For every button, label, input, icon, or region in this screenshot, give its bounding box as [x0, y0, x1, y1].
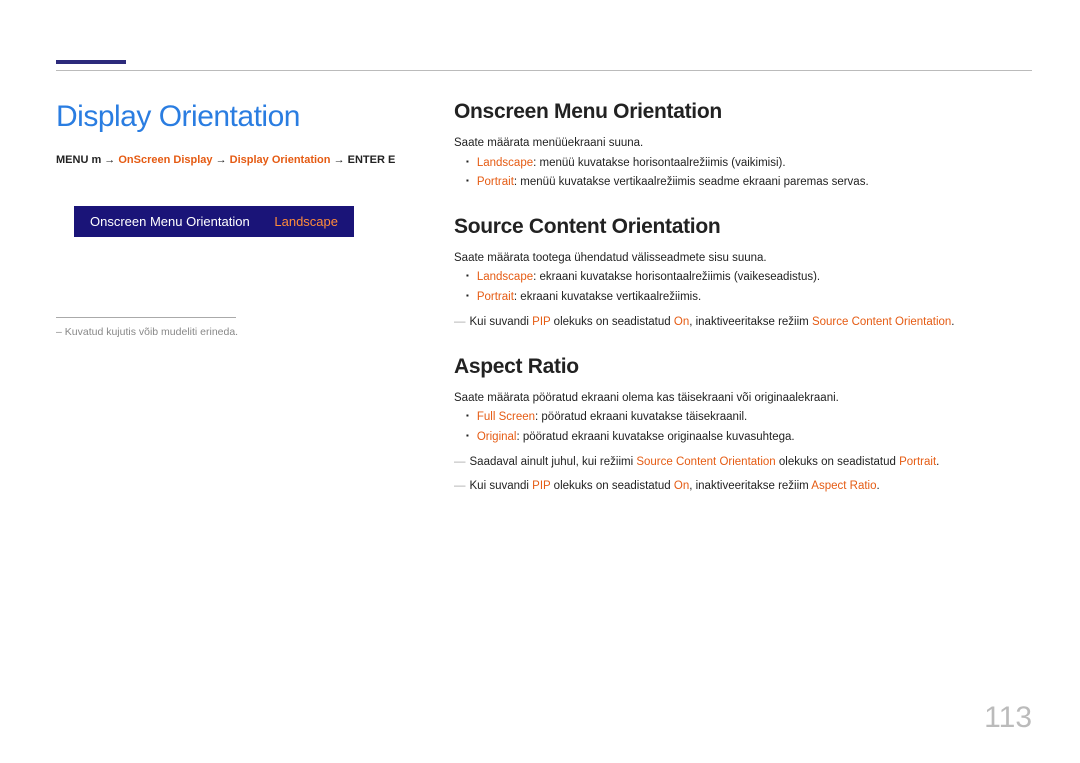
option-key: Landscape [477, 157, 533, 169]
t: PIP [532, 316, 550, 328]
t: Source Content Orientation [812, 316, 951, 328]
list-item: Portrait: menüü kuvatakse vertikaalrežii… [480, 173, 1032, 193]
list-item: Full Screen: pööratud ekraani kuvatakse … [480, 408, 1032, 428]
t: PIP [532, 480, 550, 492]
t: olekuks on seadistatud [776, 456, 899, 468]
t: Portrait [899, 456, 936, 468]
section-desc: Saate määrata tootega ühendatud välissea… [454, 249, 1032, 269]
breadcrumb-part: Display Orientation [230, 154, 331, 166]
section-onscreen-menu-orientation: Onscreen Menu Orientation Saate määrata … [454, 100, 1032, 193]
right-column: Onscreen Menu Orientation Saate määrata … [454, 100, 1032, 519]
section-source-content-orientation: Source Content Orientation Saate määrata… [454, 215, 1032, 333]
note-text: Kui suvandi PIP olekuks on seadistatud O… [454, 313, 1032, 333]
t: . [951, 316, 954, 328]
menu-box-value: Landscape [274, 214, 338, 229]
t: Aspect Ratio [811, 480, 876, 492]
option-key: Portrait [477, 291, 514, 303]
section-heading: Onscreen Menu Orientation [454, 100, 1032, 124]
option-key: Full Screen [477, 411, 535, 423]
breadcrumb: MENU m → OnScreen Display → Display Orie… [56, 154, 434, 166]
t: On [674, 480, 689, 492]
t: olekuks on seadistatud [550, 480, 673, 492]
note-text: Kui suvandi PIP olekuks on seadistatud O… [454, 477, 1032, 497]
page-title: Display Orientation [56, 100, 434, 134]
arrow-icon: → [334, 154, 345, 166]
breadcrumb-enter: ENTER E [348, 154, 396, 166]
t: olekuks on seadistatud [550, 316, 673, 328]
t: . [936, 456, 939, 468]
left-column: Display Orientation MENU m → OnScreen Di… [56, 100, 454, 519]
section-aspect-ratio: Aspect Ratio Saate määrata pööratud ekra… [454, 355, 1032, 497]
list-item: Landscape: menüü kuvatakse horisontaalre… [480, 154, 1032, 174]
t: Kui suvandi [470, 480, 533, 492]
arrow-icon: → [104, 154, 115, 166]
breadcrumb-menu: MENU m [56, 154, 101, 166]
option-key: Landscape [477, 271, 533, 283]
option-text: : pööratud ekraani kuvatakse täisekraani… [535, 411, 747, 423]
t: , inaktiveeritakse režiim [689, 480, 811, 492]
section-desc: Saate määrata pööratud ekraani olema kas… [454, 389, 1032, 409]
t: Kui suvandi [470, 316, 533, 328]
accent-bar [56, 60, 126, 64]
list-item: Landscape: ekraani kuvatakse horisontaal… [480, 268, 1032, 288]
arrow-icon: → [216, 154, 227, 166]
breadcrumb-part: OnScreen Display [118, 154, 212, 166]
section-heading: Aspect Ratio [454, 355, 1032, 379]
option-key: Portrait [477, 176, 514, 188]
option-text: : ekraani kuvatakse vertikaalrežiimis. [514, 291, 701, 303]
menu-box-label: Onscreen Menu Orientation [90, 214, 250, 229]
top-rule [56, 70, 1032, 71]
list-item: Original: pööratud ekraani kuvatakse ori… [480, 428, 1032, 448]
section-desc: Saate määrata menüüekraani suuna. [454, 134, 1032, 154]
t: Saadaval ainult juhul, kui režiimi [470, 456, 637, 468]
page-number: 113 [984, 701, 1032, 735]
note-text: Saadaval ainult juhul, kui režiimi Sourc… [454, 453, 1032, 473]
option-text: : menüü kuvatakse horisontaalrežiimis (v… [533, 157, 785, 169]
option-key: Original [477, 431, 517, 443]
t: . [877, 480, 880, 492]
option-text: : pööratud ekraani kuvatakse originaalse… [516, 431, 794, 443]
t: Source Content Orientation [636, 456, 775, 468]
list-item: Portrait: ekraani kuvatakse vertikaalrež… [480, 288, 1032, 308]
option-text: : menüü kuvatakse vertikaalrežiimis sead… [514, 176, 869, 188]
menu-preview-box: Onscreen Menu Orientation Landscape [74, 206, 354, 237]
section-heading: Source Content Orientation [454, 215, 1032, 239]
option-text: : ekraani kuvatakse horisontaalrežiimis … [533, 271, 820, 283]
footnote-text: – Kuvatud kujutis võib mudeliti erineda. [56, 326, 434, 338]
footnote-rule [56, 317, 236, 318]
t: On [674, 316, 689, 328]
t: , inaktiveeritakse režiim [689, 316, 812, 328]
